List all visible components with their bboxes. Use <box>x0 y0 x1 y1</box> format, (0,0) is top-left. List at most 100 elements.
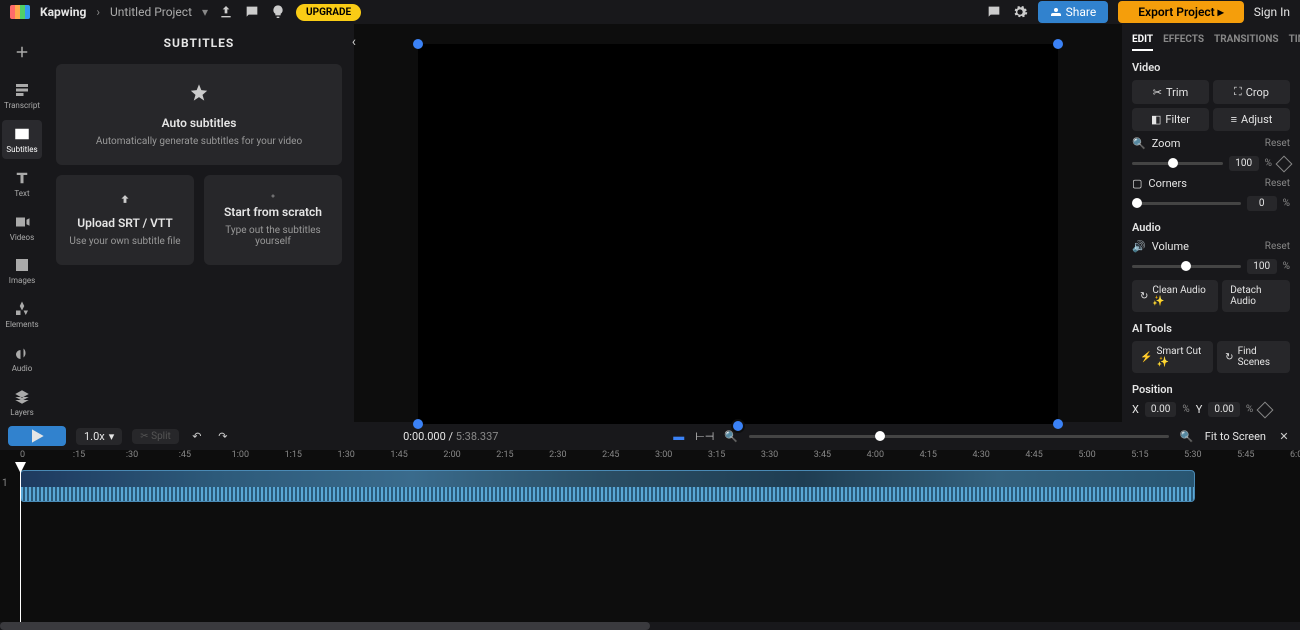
tab-timing[interactable]: TIMING <box>1289 34 1300 51</box>
project-dropdown-icon[interactable]: ▾ <box>202 5 208 19</box>
rail-images[interactable]: Images <box>2 251 42 291</box>
tab-edit[interactable]: EDIT <box>1132 34 1153 51</box>
comment-icon[interactable] <box>244 4 260 20</box>
ruler-tick: 2:45 <box>602 450 619 460</box>
zoom-slider[interactable] <box>1132 162 1223 165</box>
ruler-tick: 6:00 <box>1290 450 1300 460</box>
resize-handle-br[interactable] <box>1053 419 1063 429</box>
magnet-icon[interactable]: ⊢⊣ <box>697 428 713 444</box>
ruler-tick: 1:15 <box>285 450 302 460</box>
collapse-panel-icon[interactable]: ‹ <box>352 34 356 50</box>
ruler-tick: :45 <box>179 450 191 460</box>
resize-handle-bl[interactable] <box>413 419 423 429</box>
smart-cut-button[interactable]: ⚡ Smart Cut ✨ <box>1132 341 1213 373</box>
ruler-tick: :30 <box>126 450 138 460</box>
snap-icon[interactable]: ▬ <box>671 428 687 444</box>
corners-value[interactable]: 0 <box>1247 196 1277 211</box>
ruler-tick: 4:00 <box>867 450 884 460</box>
volume-reset[interactable]: Reset <box>1265 241 1290 252</box>
ruler-tick: 2:15 <box>496 450 513 460</box>
audio-heading: Audio <box>1132 221 1290 234</box>
zoom-keyframe-icon[interactable] <box>1276 155 1293 172</box>
gear-icon[interactable] <box>1012 4 1028 20</box>
play-button[interactable] <box>8 426 66 446</box>
ruler-tick: 5:45 <box>1237 450 1254 460</box>
fit-to-screen-button[interactable]: Fit to Screen <box>1205 430 1266 443</box>
zoom-reset[interactable]: Reset <box>1265 138 1290 149</box>
corners-slider[interactable] <box>1132 202 1241 205</box>
rail-elements[interactable]: Elements <box>2 295 42 335</box>
crop-button[interactable]: ⛶ Crop <box>1213 80 1290 104</box>
ruler-tick: 3:30 <box>761 450 778 460</box>
panel-title: SUBTITLES <box>56 36 342 50</box>
zoom-value[interactable]: 100 <box>1229 156 1259 171</box>
video-clip[interactable] <box>20 470 1195 502</box>
logo[interactable] <box>10 5 30 19</box>
auto-subtitles-card[interactable]: Auto subtitles Automatically generate su… <box>56 64 342 165</box>
timeline-zoom-slider[interactable] <box>749 435 1169 438</box>
tab-transitions[interactable]: TRANSITIONS <box>1214 34 1279 51</box>
rail-videos[interactable]: Videos <box>2 207 42 247</box>
resize-handle-tr[interactable] <box>1053 39 1063 49</box>
speed-dropdown[interactable]: 1.0x▾ <box>76 428 122 445</box>
rail-add[interactable] <box>2 32 42 72</box>
ruler-tick: 4:15 <box>920 450 937 460</box>
trim-button[interactable]: ✂ Trim <box>1132 80 1209 104</box>
rotate-handle[interactable] <box>731 419 745 433</box>
ruler-tick: 3:15 <box>708 450 725 460</box>
track-number: 1 <box>2 478 8 489</box>
pos-y-value[interactable]: 0.00 <box>1208 402 1240 417</box>
ruler-tick: 5:00 <box>1078 450 1095 460</box>
share-button[interactable]: Share <box>1038 1 1109 23</box>
timeline[interactable]: 0:15:30:451:001:151:301:452:002:152:302:… <box>0 450 1300 630</box>
clean-audio-button[interactable]: ↻ Clean Audio ✨ <box>1132 280 1218 312</box>
ruler[interactable]: 0:15:30:451:001:151:301:452:002:152:302:… <box>0 450 1300 464</box>
timeline-controls: 1.0x▾ ✂ Split ↶ ↷ 0:00.000 / 5:38.337 ▬ … <box>0 422 1300 450</box>
detach-audio-button[interactable]: Detach Audio <box>1222 280 1290 312</box>
resize-handle-tl[interactable] <box>413 39 423 49</box>
close-timeline-icon[interactable]: ✕ <box>1276 428 1292 444</box>
find-scenes-button[interactable]: ↻ Find Scenes <box>1217 341 1290 373</box>
rail-transcript[interactable]: Transcript <box>2 76 42 116</box>
adjust-button[interactable]: ≡ Adjust <box>1213 108 1290 131</box>
volume-value[interactable]: 100 <box>1247 259 1277 274</box>
ruler-tick: 4:30 <box>973 450 990 460</box>
upload-srt-card[interactable]: Upload SRT / VTT Use your own subtitle f… <box>56 175 194 265</box>
chat-icon[interactable] <box>986 4 1002 20</box>
left-rail: TranscriptSubtitlesTextVideosImagesEleme… <box>0 24 44 422</box>
ruler-tick: :15 <box>73 450 85 460</box>
ruler-tick: 1:00 <box>232 450 249 460</box>
start-scratch-card[interactable]: Start from scratch Type out the subtitle… <box>204 175 342 265</box>
redo-icon[interactable]: ↷ <box>215 428 231 444</box>
signin-button[interactable]: Sign In <box>1254 5 1290 19</box>
brand[interactable]: Kapwing <box>40 5 86 19</box>
video-canvas[interactable] <box>418 44 1058 424</box>
zoom-in-icon[interactable]: 🔍 <box>1179 428 1195 444</box>
position-heading: Position <box>1132 383 1290 396</box>
upload-icon[interactable] <box>218 4 234 20</box>
ruler-tick: 5:30 <box>1184 450 1201 460</box>
volume-slider[interactable] <box>1132 265 1241 268</box>
tab-effects[interactable]: EFFECTS <box>1163 34 1204 51</box>
rail-text[interactable]: Text <box>2 163 42 203</box>
project-title[interactable]: Untitled Project <box>110 5 192 19</box>
playhead[interactable] <box>20 464 21 622</box>
filter-button[interactable]: ◧ Filter <box>1132 108 1209 131</box>
export-button[interactable]: Export Project ▸ <box>1118 1 1243 23</box>
upgrade-button[interactable]: UPGRADE <box>296 4 361 21</box>
ai-tools-heading: AI Tools <box>1132 322 1290 335</box>
split-button: ✂ Split <box>132 429 179 444</box>
pos-x-value[interactable]: 0.00 <box>1145 402 1177 417</box>
rail-audio[interactable]: Audio <box>2 338 42 378</box>
pos-keyframe-icon[interactable] <box>1257 401 1274 418</box>
rail-subtitles[interactable]: Subtitles <box>2 120 42 160</box>
ruler-tick: 0 <box>20 450 25 460</box>
rail-layers[interactable]: Layers <box>2 382 42 422</box>
timeline-scrollbar[interactable] <box>0 622 1300 630</box>
chevron-right-icon: › <box>96 5 100 19</box>
subtitles-panel: ‹ SUBTITLES Auto subtitles Automatically… <box>44 24 354 422</box>
corners-reset[interactable]: Reset <box>1265 178 1290 189</box>
undo-icon[interactable]: ↶ <box>189 428 205 444</box>
idea-icon[interactable] <box>270 4 286 20</box>
volume-icon: 🔊 <box>1132 240 1146 253</box>
